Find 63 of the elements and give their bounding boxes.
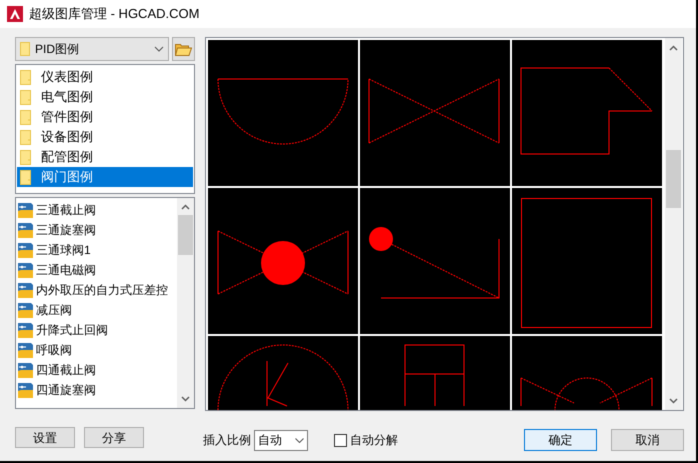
thumbnail-cell[interactable] xyxy=(512,40,662,186)
scale-label: 插入比例 xyxy=(203,432,251,449)
action-button[interactable]: 分享 xyxy=(84,427,144,448)
symbol-icon xyxy=(18,282,33,298)
folder-icon xyxy=(20,150,31,164)
symbol-item[interactable]: 升降式止回阀 xyxy=(18,320,177,340)
folder-icon xyxy=(20,110,31,124)
scroll-up-icon[interactable] xyxy=(669,45,678,51)
scroll-thumb[interactable] xyxy=(666,150,681,208)
symbol-item[interactable]: 四通截止阀 xyxy=(18,360,177,380)
thumbnail-cell[interactable] xyxy=(512,188,662,334)
auto-explode-label: 自动分解 xyxy=(350,432,398,449)
symbol-icon xyxy=(18,342,33,358)
symbol-item[interactable]: 三通旋塞阀 xyxy=(18,220,177,240)
symbol-icon xyxy=(18,242,33,258)
scroll-down-icon[interactable] xyxy=(181,396,190,402)
symbol-icon xyxy=(18,362,33,378)
thumbnail-cell[interactable] xyxy=(208,40,358,186)
thumbnail-cell[interactable] xyxy=(208,188,358,334)
thumbnail-cell[interactable] xyxy=(360,188,510,334)
symbol-icon xyxy=(18,222,33,238)
symbol-icon xyxy=(18,302,33,318)
folder-icon xyxy=(20,42,30,56)
library-dropdown[interactable]: PID图例 xyxy=(15,37,169,61)
symbol-item[interactable]: 三通球阀1 xyxy=(18,240,177,260)
folder-item[interactable]: 设备图例 xyxy=(17,127,193,147)
symbol-item[interactable]: 内外取压的自力式压差控 xyxy=(18,280,177,300)
scrollbar[interactable] xyxy=(665,38,682,410)
folder-item[interactable]: 阀门图例 xyxy=(17,167,193,187)
browse-folder-button[interactable] xyxy=(172,37,195,61)
scroll-thumb[interactable] xyxy=(178,215,193,255)
auto-explode-checkbox[interactable] xyxy=(334,434,347,446)
symbol-icon xyxy=(18,202,33,218)
symbol-item[interactable]: 三通截止阀 xyxy=(18,200,177,220)
thumbnail-cell[interactable] xyxy=(360,40,510,186)
symbol-item[interactable]: 呼吸阀 xyxy=(18,340,177,360)
action-button[interactable]: 设置 xyxy=(15,427,75,448)
symbol-item[interactable]: 四通旋塞阀 xyxy=(18,380,177,400)
scrollbar[interactable] xyxy=(177,198,194,408)
box-t-symbol-drawing xyxy=(404,344,464,406)
symbol-item[interactable]: 三通电磁阀 xyxy=(18,260,177,280)
chevron-down-icon xyxy=(154,46,164,52)
symbol-icon xyxy=(18,262,33,278)
scroll-up-icon[interactable] xyxy=(181,204,190,210)
folder-icon xyxy=(20,90,31,104)
folder-icon xyxy=(20,70,31,84)
chevron-down-icon xyxy=(295,438,304,442)
symbol-icon xyxy=(18,382,33,398)
app-logo-icon xyxy=(7,6,23,22)
window-title: 超级图库管理 - HGCAD.COM xyxy=(29,5,200,24)
folder-icon xyxy=(20,170,31,184)
folder-item[interactable]: 管件图例 xyxy=(17,107,193,127)
folder-item[interactable]: 配管图例 xyxy=(17,147,193,167)
scroll-down-icon[interactable] xyxy=(669,398,678,404)
dialog-button[interactable]: 确定 xyxy=(524,429,597,451)
folder-item[interactable]: 仪表图例 xyxy=(17,67,193,87)
folder-icon xyxy=(175,42,192,56)
folder-icon xyxy=(20,130,31,144)
scale-dropdown[interactable]: 自动 xyxy=(254,430,308,450)
folder-item[interactable]: 电气图例 xyxy=(17,87,193,107)
dialog-button[interactable]: 取消 xyxy=(611,429,684,451)
symbol-icon xyxy=(18,322,33,338)
symbol-item[interactable]: 减压阀 xyxy=(18,300,177,320)
